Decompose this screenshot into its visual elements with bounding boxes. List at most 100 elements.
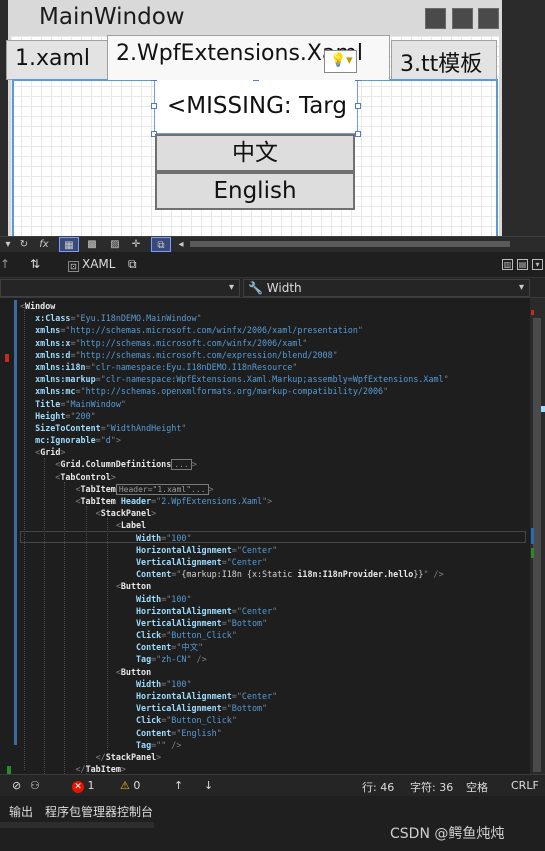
refresh-icon[interactable]: ↻ — [18, 237, 30, 252]
close-icon — [478, 8, 499, 29]
xml-element: Button — [120, 581, 152, 592]
english-button[interactable]: English — [155, 172, 355, 210]
split-vertical-icon[interactable]: ▥ — [502, 259, 513, 270]
collapse-pane-icon[interactable]: ▾ — [532, 259, 543, 270]
code-line[interactable]: <Button — [20, 666, 530, 678]
property-dropdown[interactable]: 🔧 Width ▾ — [243, 279, 530, 297]
code-line[interactable]: <Label — [20, 519, 530, 531]
element-dropdown[interactable]: ▾ — [0, 279, 240, 297]
code-line[interactable]: HorizontalAlignment="Center" — [20, 544, 530, 556]
char-number[interactable]: 字符: 36 — [410, 779, 453, 795]
xml-value: English — [181, 727, 217, 738]
xml-value: zh-CN — [161, 654, 187, 665]
resize-handle[interactable] — [151, 103, 157, 109]
code-line[interactable]: VerticalAlignment="Center" — [20, 556, 530, 568]
line-number[interactable]: 行: 46 — [362, 779, 394, 795]
swap-arrows-icon[interactable]: ⇅ — [30, 257, 40, 271]
source-control-icon[interactable]: ⊘ — [12, 779, 21, 792]
code-line[interactable]: <Grid> — [20, 446, 530, 458]
tab-package-manager-console[interactable]: 程序包管理器控制台 — [45, 803, 153, 820]
xml-punct: " — [357, 325, 363, 336]
code-line[interactable]: VerticalAlignment="Bottom" — [20, 617, 530, 629]
code-line[interactable]: xmlns="http://schemas.microsoft.com/winf… — [20, 324, 530, 336]
code-line[interactable]: HorizontalAlignment="Center" — [20, 605, 530, 617]
code-line[interactable]: xmlns:markup="clr-namespace:WpfExtension… — [20, 373, 530, 385]
error-count[interactable]: ✕ 1 — [72, 779, 95, 793]
xml-element: TabItem — [85, 764, 121, 774]
tab-1-xaml[interactable]: 1.xaml — [6, 40, 108, 80]
code-line[interactable]: x:Class="Eyu.I18nDEMO.MainWindow" — [20, 312, 530, 324]
fx-button[interactable]: fx — [36, 237, 52, 252]
xml-punct: =" — [171, 727, 182, 738]
code-line[interactable]: </StackPanel> — [20, 751, 530, 763]
code-line[interactable]: VerticalAlignment="Bottom" — [20, 702, 530, 714]
artboard-bg-icon[interactable]: ▨ — [108, 237, 122, 252]
code-line[interactable]: HorizontalAlignment="Center" — [20, 690, 530, 702]
health-icon[interactable]: ⚇ — [30, 779, 40, 792]
code-line[interactable]: Content="English" — [20, 727, 530, 739]
code-line[interactable]: <TabItem Header="1.xaml"... > — [20, 483, 530, 495]
code-line[interactable]: <Button — [20, 580, 530, 592]
xaml-designer-surface[interactable]: MainWindow 1.xaml 2.WpfExtensions.Xaml 3… — [0, 0, 545, 236]
code-line[interactable]: Width="100" — [20, 532, 530, 544]
code-view-icon[interactable]: ⧉ — [151, 237, 171, 252]
snap-lines-icon[interactable]: ✛ — [129, 237, 143, 252]
warning-count[interactable]: ⚠ 0 — [120, 779, 140, 792]
indent-mode[interactable]: 空格 — [466, 779, 488, 795]
line-ending[interactable]: CRLF — [511, 779, 539, 792]
code-line[interactable]: SizeToContent="WidthAndHeight" — [20, 422, 530, 434]
code-line[interactable]: Tag="zh-CN" /> — [20, 653, 530, 665]
code-line[interactable]: <TabItem Header="2.WpfExtensions.Xaml"> — [20, 495, 530, 507]
code-line[interactable]: xmlns:mc="http://schemas.openxmlformats.… — [20, 385, 530, 397]
xml-value: Bottom — [231, 617, 263, 628]
code-line[interactable]: Width="100" — [20, 593, 530, 605]
tab-3-tt-template[interactable]: 3.tt模板 — [391, 40, 497, 80]
code-line[interactable]: </TabItem> — [20, 763, 530, 774]
xml-punct: =" — [70, 337, 81, 348]
snap-grid-icon[interactable]: ▩ — [83, 237, 101, 252]
down-arrow-icon[interactable]: ↓ — [204, 779, 213, 792]
xml-punct: =" — [221, 556, 232, 567]
split-horizontal-icon[interactable]: ▤ — [517, 259, 528, 270]
code-lines[interactable]: <Window x:Class="Eyu.I18nDEMO.MainWindow… — [20, 300, 530, 774]
lightbulb-icon[interactable]: 💡▾ — [324, 50, 357, 73]
code-line[interactable]: <Window — [20, 300, 530, 312]
resize-handle[interactable] — [355, 103, 361, 109]
code-line[interactable]: Tag="" /> — [20, 739, 530, 751]
code-line[interactable]: mc:Ignorable="d"> — [20, 434, 530, 446]
code-line[interactable]: Click="Button_Click" — [20, 714, 530, 726]
code-line[interactable]: Width="100" — [20, 678, 530, 690]
grid-toggle-icon[interactable]: ▦ — [59, 237, 79, 252]
resize-handle[interactable] — [355, 131, 361, 137]
scroll-position-marker — [541, 406, 545, 412]
tab-xaml[interactable]: XAML — [82, 257, 115, 271]
code-line[interactable]: <Grid.ColumnDefinitions... > — [20, 458, 530, 471]
xml-punct: =" — [171, 569, 182, 580]
code-line[interactable]: Title="MainWindow" — [20, 398, 530, 410]
popout-icon[interactable]: ⧉ — [128, 257, 137, 272]
code-line[interactable]: Height="200" — [20, 410, 530, 422]
tab-output[interactable]: 输出 — [9, 803, 33, 820]
code-line[interactable]: <TabControl> — [20, 471, 530, 483]
selected-label[interactable]: <MISSING: Targ — [154, 78, 358, 134]
code-line[interactable]: Content="{markup:I18n {x:Static i18n:I18… — [20, 568, 530, 580]
pane-tab-design[interactable]: ↑ — [0, 257, 10, 271]
up-arrow-icon[interactable]: ↑ — [174, 779, 183, 792]
code-line[interactable]: <StackPanel> — [20, 507, 530, 519]
scroll-left-icon[interactable]: ◂ — [176, 237, 186, 252]
code-line[interactable]: Content="中文" — [20, 641, 530, 653]
xml-punct: " — [262, 617, 268, 628]
code-line[interactable]: Click="Button_Click" — [20, 629, 530, 641]
chevron-down-icon: ▾ — [519, 282, 525, 293]
code-line[interactable]: xmlns:x="http://schemas.microsoft.com/wi… — [20, 337, 530, 349]
xaml-code-editor[interactable]: <Window x:Class="Eyu.I18nDEMO.MainWindow… — [0, 298, 545, 774]
chinese-button[interactable]: 中文 — [155, 134, 355, 172]
status-bar: ⊘ ⚇ ✕ 1 ⚠ 0 ↑ ↓ 行: 46 字符: 36 空格 CRLF — [0, 774, 545, 796]
scrollbar-thumb[interactable] — [533, 318, 541, 772]
zoom-dropdown-icon[interactable]: ▾ — [2, 237, 14, 252]
code-line[interactable]: xmlns:i18n="clr-namespace:Eyu.I18nDEMO.I… — [20, 361, 530, 373]
code-line[interactable]: xmlns:d="http://schemas.microsoft.com/ex… — [20, 349, 530, 361]
horizontal-scrollbar[interactable] — [190, 241, 510, 247]
xml-value: Center — [241, 691, 273, 701]
property-name: Width — [266, 281, 302, 295]
